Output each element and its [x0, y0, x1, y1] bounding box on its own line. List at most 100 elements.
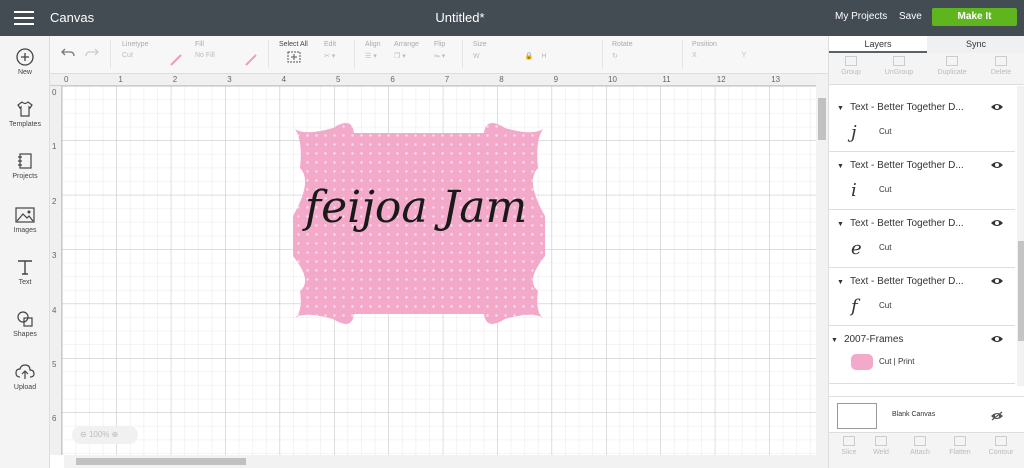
ruler-top-number: 11 — [662, 75, 671, 84]
contour-button[interactable]: Contour — [981, 436, 1021, 456]
layer-item[interactable]: ▼ 2007-Frames Cut | Print — [829, 326, 1015, 384]
eye-icon[interactable] — [991, 218, 1003, 228]
select-all-button[interactable]: Select All — [279, 41, 308, 63]
edit-toolbar: Linetype Cut Fill No Fill Select All Edi… — [50, 36, 828, 74]
eye-hidden-icon[interactable] — [991, 411, 1003, 421]
vertical-scrollbar[interactable] — [816, 74, 828, 468]
select-all-icon — [287, 51, 301, 63]
ruler-top-number: 10 — [608, 75, 617, 84]
linetype-control[interactable]: Linetype Cut — [122, 41, 148, 59]
contour-label: Contour — [988, 449, 1014, 456]
align-icon: ☰ ▾ — [365, 53, 377, 60]
zoom-plus-icon[interactable]: ⊕ — [112, 430, 119, 439]
notebook-icon — [18, 153, 32, 169]
weld-button[interactable]: Weld — [861, 436, 901, 456]
slice-label: Slice — [841, 449, 857, 456]
rotate-control[interactable]: Rotate ↻ — [612, 41, 633, 60]
ruler-top-number: 12 — [716, 75, 726, 84]
layer-operation: Cut | Print — [879, 357, 915, 367]
undo-icon[interactable] — [60, 46, 76, 60]
ruler-left-number: 2 — [52, 196, 57, 206]
eye-icon[interactable] — [991, 334, 1003, 344]
layer-tools: Group UnGroup Duplicate Delete — [829, 53, 1024, 85]
fill-label: Fill — [195, 41, 204, 48]
layer-item[interactable]: ▼ Text - Better Together D... i Cut — [829, 152, 1015, 210]
caret-down-icon[interactable]: ▼ — [837, 163, 844, 170]
eye-icon[interactable] — [991, 102, 1003, 112]
layer-thumbnail: j — [851, 122, 857, 143]
eye-icon[interactable] — [991, 160, 1003, 170]
flip-icon: ⇋ ▾ — [434, 53, 446, 60]
size-label: Size — [473, 41, 487, 48]
layer-list: ▼ Text - Better Together D... j Cut ▼ Text … — [829, 86, 1017, 386]
ungroup-button[interactable]: UnGroup — [879, 56, 919, 76]
tab-layers[interactable]: Layers — [829, 36, 927, 53]
nav-projects[interactable]: Projects — [0, 152, 50, 180]
my-projects-link[interactable]: My Projects — [835, 11, 887, 22]
scissors-icon: ✂ ▾ — [324, 53, 336, 60]
attach-button[interactable]: Attach — [900, 436, 940, 456]
flip-control[interactable]: Flip ⇋ ▾ — [434, 41, 445, 60]
eye-icon[interactable] — [991, 276, 1003, 286]
image-icon — [15, 207, 35, 223]
ruler-top-number: 9 — [553, 75, 559, 84]
layer-operation: Cut — [879, 185, 892, 195]
size-control[interactable]: Size W 🔒 H — [473, 41, 546, 60]
flatten-label: Flatten — [949, 449, 971, 456]
nav-shapes[interactable]: Shapes — [0, 310, 50, 338]
nav-images-label: Images — [13, 227, 37, 234]
caret-down-icon[interactable]: ▼ — [837, 279, 844, 286]
panel-scrollbar[interactable] — [1017, 86, 1024, 386]
delete-button[interactable]: Delete — [981, 56, 1021, 76]
nav-images[interactable]: Images — [0, 206, 50, 234]
group-button[interactable]: Group — [831, 56, 871, 76]
nav-text-label: Text — [18, 279, 32, 286]
nav-text[interactable]: Text — [0, 258, 50, 286]
design-canvas[interactable]: 0 1 2 3 4 5 6 7 8 9 10 11 12 13 0123456 feijoa Jam ⊖ … — [50, 74, 816, 455]
nav-upload[interactable]: Upload — [0, 363, 50, 391]
zoom-minus-icon[interactable]: ⊖ — [80, 430, 87, 439]
nav-new[interactable]: New — [0, 48, 50, 76]
layers-panel: Layers Sync Group UnGroup Duplicate Dele… — [828, 36, 1024, 468]
vertical-scroll-thumb[interactable] — [818, 98, 826, 140]
caret-down-icon[interactable]: ▼ — [837, 105, 844, 112]
label-script-text[interactable]: feijoa Jam — [302, 182, 527, 233]
caret-down-icon[interactable]: ▼ — [831, 337, 838, 344]
position-control[interactable]: Position XY — [692, 41, 746, 59]
layer-operation: Cut — [879, 243, 892, 253]
blank-canvas-swatch[interactable] — [837, 403, 877, 429]
arrange-control[interactable]: Arrange ❐ ▾ — [394, 41, 419, 60]
duplicate-button[interactable]: Duplicate — [932, 56, 972, 76]
zoom-control[interactable]: ⊖ 100% ⊕ — [72, 426, 138, 444]
layer-item[interactable]: ▼ Text - Better Together D... j Cut — [829, 94, 1015, 152]
make-it-button[interactable]: Make It — [932, 8, 1017, 26]
save-link[interactable]: Save — [899, 11, 922, 22]
document-title[interactable]: Untitled* — [0, 10, 920, 25]
top-bar: Canvas Untitled* My Projects Save Make I… — [0, 0, 1024, 36]
caret-down-icon[interactable]: ▼ — [837, 221, 844, 228]
ruler-top-number: 1 — [118, 75, 123, 84]
edit-button[interactable]: Edit ✂ ▾ — [324, 41, 336, 60]
blank-canvas-row[interactable]: Blank Canvas — [829, 396, 1024, 430]
tab-sync[interactable]: Sync — [927, 36, 1024, 53]
size-w-label: W — [473, 53, 480, 60]
plus-circle-icon — [16, 48, 34, 66]
ruler-left-number: 5 — [52, 360, 57, 369]
panel-scroll-thumb[interactable] — [1018, 241, 1024, 341]
nav-shapes-label: Shapes — [13, 331, 37, 338]
nav-new-label: New — [17, 69, 32, 76]
horizontal-scrollbar[interactable] — [64, 455, 816, 468]
nav-templates[interactable]: Templates — [0, 100, 50, 128]
arrange-label: Arrange — [394, 41, 419, 48]
ruler-top-number: 7 — [444, 75, 450, 84]
fill-control[interactable]: Fill No Fill — [195, 41, 215, 59]
align-control[interactable]: Align ☰ ▾ — [365, 41, 381, 60]
ruler-top-number: 13 — [771, 75, 781, 84]
layer-item[interactable]: ▼ Text - Better Together D... f Cut — [829, 268, 1015, 326]
nav-projects-label: Projects — [12, 173, 38, 180]
layer-item[interactable]: ▼ Text - Better Together D... e Cut — [829, 210, 1015, 268]
attach-label: Attach — [910, 449, 930, 456]
redo-icon[interactable] — [84, 46, 100, 60]
horizontal-scroll-thumb[interactable] — [76, 458, 246, 465]
flatten-button[interactable]: Flatten — [940, 436, 980, 456]
